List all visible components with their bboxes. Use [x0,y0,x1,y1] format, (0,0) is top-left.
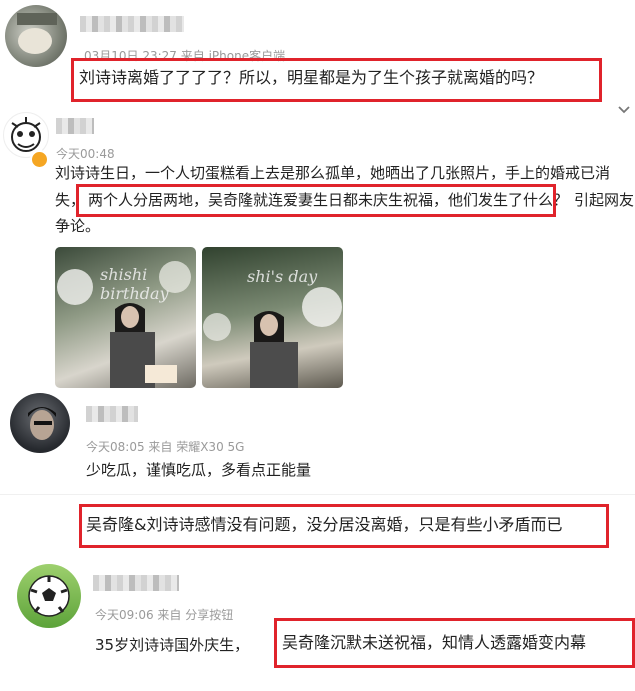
chevron-down-icon[interactable] [617,102,631,116]
avatar[interactable] [10,393,70,453]
avatar[interactable] [17,564,81,628]
photo-text: shi's day [247,267,318,286]
soccer-ball-icon [28,575,70,617]
verified-badge-icon [30,150,49,169]
avatar-image [17,13,57,54]
username-mosaic[interactable] [93,575,179,591]
comment-highlight-text: 吴奇隆沉默未送祝福，知情人透露婚变内幕 [282,633,587,652]
divider [0,494,635,495]
comment-text: 少吃瓜，谨慎吃瓜，多看点正能量 [86,461,312,479]
avatar-image [28,407,56,440]
username-mosaic[interactable] [56,118,94,134]
comment-meta: 今天09:06 来自 分享按钮 [95,608,234,622]
avatar[interactable] [5,5,67,67]
username-mosaic[interactable] [80,16,184,32]
comment-highlight-text: 吴奇隆&刘诗诗感情没有问题，没分居没离婚，只是有些小矛盾而已 [86,515,563,534]
post-text-line: 争论。 [55,217,101,235]
comment-text: 刘诗诗离婚了了了了？所以，明星都是为了生个孩子就离婚的吗？ [79,68,544,87]
comment-meta: 今天08:05 来自 荣耀X30 5G [86,440,245,454]
post-photo[interactable]: shi's day [202,247,343,388]
post-text-post: 引起网友 [574,191,635,209]
post-text-line: 刘诗诗生日，一个人切蛋糕看上去是那么孤单，她晒出了几张照片，手上的婚戒已消 [55,164,611,182]
photo-text: shishi birthday [100,265,169,303]
post-photo[interactable]: shishi birthday [55,247,196,388]
comment-text: 35岁刘诗诗国外庆生， [95,636,250,654]
username-mosaic[interactable] [86,406,138,422]
highlight-box [76,184,556,217]
